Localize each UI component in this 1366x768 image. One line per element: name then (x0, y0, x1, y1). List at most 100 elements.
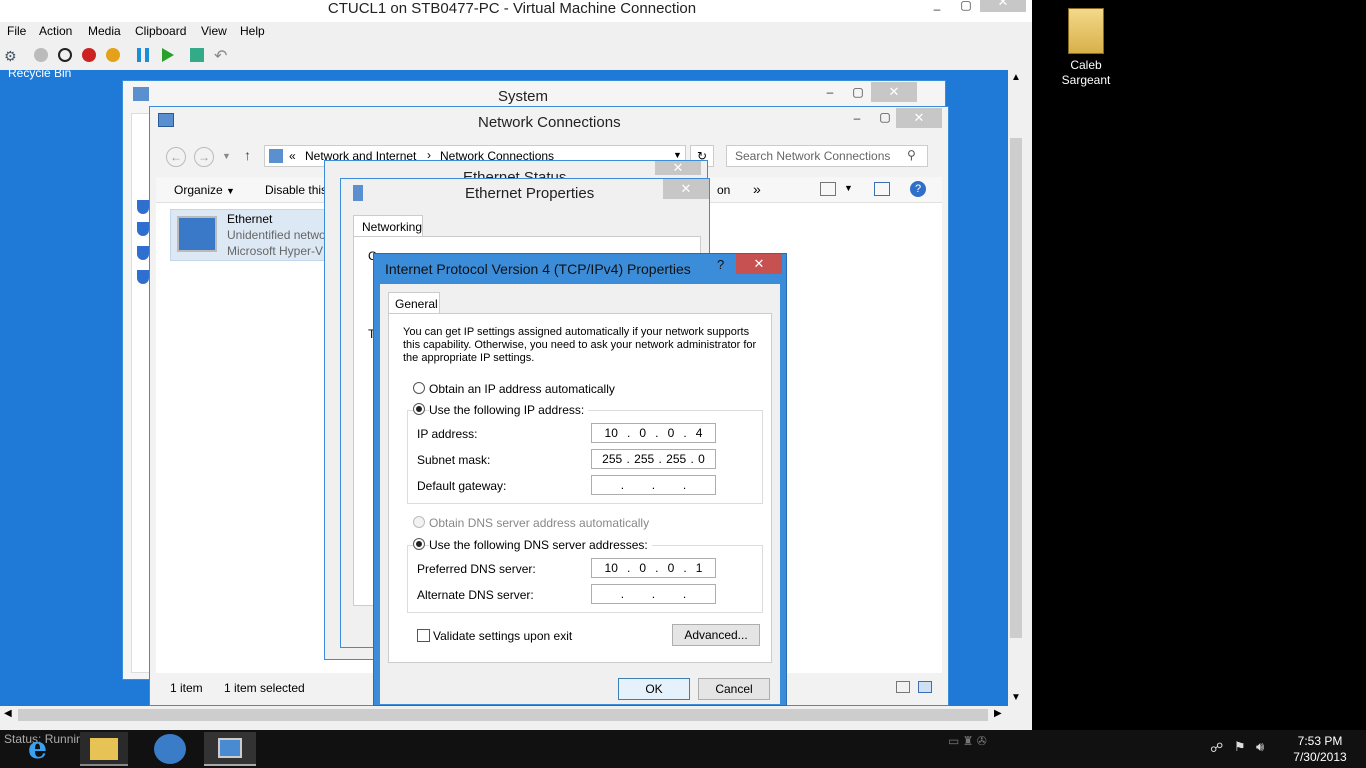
menu-view[interactable]: View (201, 24, 227, 38)
use-dns-label[interactable]: Use the following DNS server addresses: (429, 538, 652, 552)
checkpoint-icon[interactable] (190, 48, 204, 62)
advanced-button[interactable]: Advanced... (672, 624, 760, 646)
action-center-flag-icon[interactable]: ⚑ (1234, 739, 1246, 755)
file-explorer-icon[interactable] (80, 732, 128, 766)
network-minimize-button[interactable]: ‒ (844, 109, 870, 127)
vm-close-button[interactable]: ✕ (980, 0, 1026, 12)
scroll-right-icon[interactable]: ▶ (994, 708, 1002, 719)
network-maximize-button[interactable]: ▢ (872, 108, 898, 126)
system-minimize-button[interactable]: ‒ (817, 83, 843, 101)
scroll-up-icon[interactable]: ▲ (1011, 72, 1021, 83)
vm-toolbar: ⚙ ↶ (4, 46, 244, 66)
auto-dns-radio[interactable] (413, 516, 425, 528)
cancel-button[interactable]: Cancel (698, 678, 770, 700)
hscroll-thumb[interactable] (18, 709, 988, 721)
more-commands-button[interactable]: » (753, 181, 761, 197)
save-icon[interactable] (106, 48, 120, 62)
ethernet-status-close-button[interactable]: ✕ (655, 161, 701, 175)
organize-dropdown-icon: ▼ (226, 186, 235, 196)
use-dns-radio[interactable] (413, 538, 425, 550)
network-tray-icon[interactable]: ☍ (1210, 740, 1223, 756)
vm-vscrollbar[interactable]: ▲ ▼ (1008, 70, 1024, 706)
ip-octet-2: 0 (639, 426, 647, 440)
breadcrumb-overflow[interactable]: « (289, 149, 296, 163)
default-gateway-field[interactable]: ... (591, 475, 716, 495)
up-button[interactable]: ↑ (244, 147, 251, 163)
view-dropdown-icon[interactable]: ▼ (844, 183, 853, 193)
menu-clipboard[interactable]: Clipboard (135, 24, 186, 38)
forward-button[interactable]: → (194, 147, 214, 167)
disable-device-button[interactable]: Disable this (265, 183, 327, 197)
folder-icon[interactable] (1068, 8, 1104, 54)
networking-tab[interactable]: Networking (353, 215, 423, 237)
auto-ip-label[interactable]: Obtain an IP address automatically (429, 382, 615, 396)
pause-icon[interactable] (137, 48, 149, 62)
subnet-mask-field[interactable]: 255. 255. 255. 0 (591, 449, 716, 469)
details-view-icon[interactable] (896, 681, 910, 693)
ip-address-field[interactable]: 10. 0. 0. 4 (591, 423, 716, 443)
dot: . (626, 452, 630, 466)
scroll-left-icon[interactable]: ◀ (4, 708, 12, 719)
ipv4-help-button[interactable]: ? (717, 257, 724, 272)
ethernet-properties-title: Ethernet Properties (465, 185, 595, 202)
use-ip-radio[interactable] (413, 403, 425, 415)
revert-icon[interactable]: ↶ (214, 46, 227, 66)
preview-pane-icon[interactable] (874, 182, 890, 196)
volume-icon[interactable]: 🔊︎ (1256, 739, 1264, 755)
ipv4-close-button[interactable]: ✕ (736, 254, 782, 274)
large-icons-view-icon[interactable] (918, 681, 932, 693)
mask-octet-3: 255 (666, 452, 687, 466)
clock-date[interactable]: 7/30/2013 (1284, 750, 1356, 764)
clock-time[interactable]: 7:53 PM (1284, 734, 1356, 748)
adapter-driver: Microsoft Hyper-V (227, 244, 324, 258)
server-manager-icon[interactable] (154, 734, 186, 764)
status-selected: 1 item selected (224, 681, 305, 695)
ctrl-alt-del-icon[interactable]: ⚙ (4, 48, 20, 64)
organize-button[interactable]: Organize ▼ (174, 183, 235, 197)
back-button[interactable]: ← (166, 147, 186, 167)
ip-address-label: IP address: (417, 427, 478, 441)
adapter-status: Unidentified netwo (227, 228, 326, 242)
change-view-icon[interactable] (820, 182, 836, 196)
ethernet-properties-close-button[interactable]: ✕ (663, 179, 709, 199)
search-box[interactable]: Search Network Connections ⚲ (726, 145, 928, 167)
help-icon[interactable]: ? (910, 181, 926, 197)
recent-dropdown-icon[interactable]: ▼ (222, 151, 231, 161)
ethernet-adapter[interactable]: Ethernet Unidentified netwo Microsoft Hy… (170, 209, 330, 261)
command-on-text[interactable]: on (717, 183, 730, 197)
vm-hscrollbar[interactable]: ◀ ▶ (0, 706, 1008, 724)
ok-button[interactable]: OK (618, 678, 690, 700)
system-maximize-button[interactable]: ▢ (845, 83, 871, 101)
auto-dns-label[interactable]: Obtain DNS server address automatically (429, 516, 649, 530)
resume-icon[interactable] (162, 48, 174, 62)
use-ip-label[interactable]: Use the following IP address: (429, 403, 589, 417)
menu-file[interactable]: File (7, 24, 26, 38)
alternate-dns-field[interactable]: ... (591, 584, 716, 604)
dot: . (655, 426, 659, 440)
menu-media[interactable]: Media (88, 24, 121, 38)
vm-minimize-button[interactable]: ‒ (924, 0, 950, 18)
menu-help[interactable]: Help (240, 24, 265, 38)
general-tab[interactable]: General (388, 292, 440, 314)
ie-icon[interactable]: e (28, 732, 62, 766)
turn-off-icon[interactable] (58, 48, 72, 62)
host-folder-label[interactable]: Caleb Sargeant (1056, 58, 1116, 88)
address-dropdown-icon[interactable]: ▼ (673, 150, 682, 160)
organize-label: Organize (174, 183, 223, 197)
network-close-button[interactable]: ✕ (896, 108, 942, 128)
auto-ip-radio[interactable] (413, 382, 425, 394)
shutdown-icon[interactable] (82, 48, 96, 62)
validate-checkbox[interactable] (417, 629, 430, 642)
validate-label[interactable]: Validate settings upon exit (433, 629, 572, 643)
system-close-button[interactable]: ✕ (871, 82, 917, 102)
network-taskbar-icon[interactable] (204, 732, 256, 766)
scroll-down-icon[interactable]: ▼ (1011, 692, 1021, 703)
ethernet-adapter-icon (177, 216, 217, 252)
start-icon[interactable] (34, 48, 48, 62)
vscroll-thumb[interactable] (1010, 138, 1022, 638)
preferred-dns-field[interactable]: 10. 0. 0. 1 (591, 558, 716, 578)
menu-action[interactable]: Action (39, 24, 72, 38)
address-icon (269, 149, 283, 163)
recycle-bin-label[interactable]: Recycle Bin (8, 70, 71, 80)
vm-maximize-button[interactable]: ▢ (953, 0, 979, 14)
